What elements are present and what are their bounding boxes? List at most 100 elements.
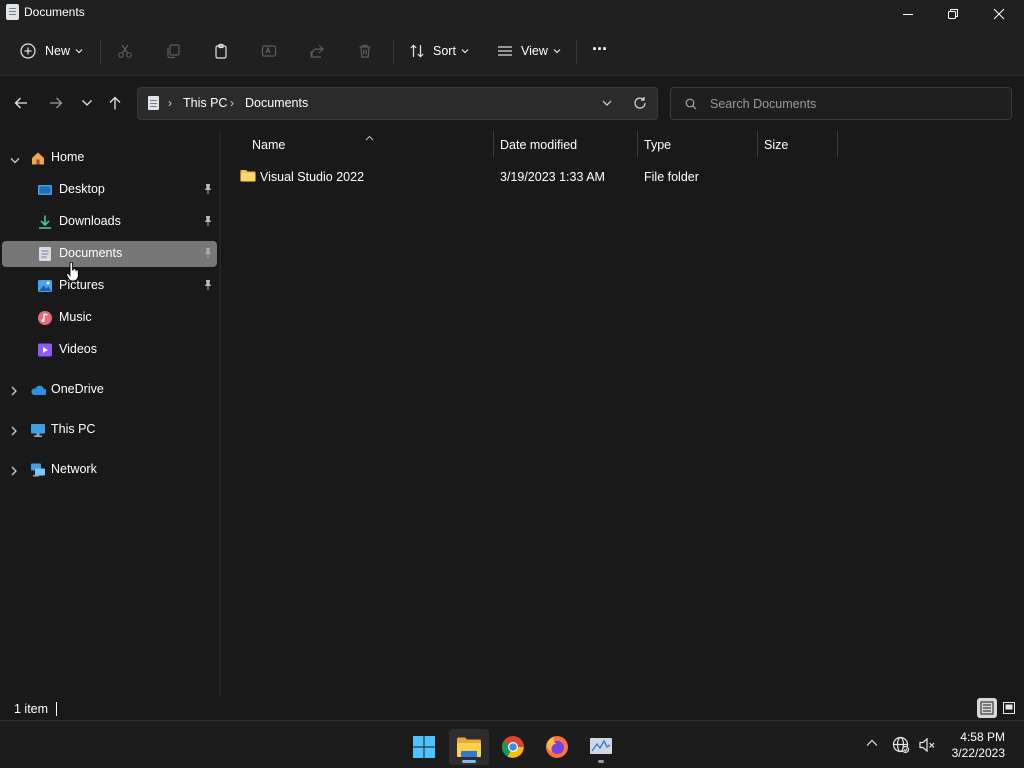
- back-button[interactable]: [10, 92, 32, 114]
- copy-button[interactable]: [165, 38, 181, 64]
- onedrive-icon: [31, 385, 46, 395]
- sidebar-item-label: This PC: [51, 422, 96, 436]
- breadcrumb-this-pc[interactable]: This PC: [183, 96, 227, 110]
- taskbar-firefox[interactable]: [537, 729, 577, 765]
- folder-icon: [240, 170, 256, 182]
- clock-time[interactable]: 4:58 PM: [957, 730, 1005, 744]
- column-header-name[interactable]: Name: [252, 138, 285, 152]
- up-button[interactable]: [104, 92, 126, 114]
- sidebar-item-videos[interactable]: Videos: [2, 337, 217, 363]
- large-icons-view-button[interactable]: [999, 698, 1019, 718]
- details-view-button[interactable]: [977, 698, 997, 718]
- details-view-icon: [980, 701, 994, 715]
- hand-cursor-icon: [66, 262, 79, 282]
- chevron-down-icon: [75, 49, 83, 54]
- breadcrumb-documents[interactable]: Documents: [245, 96, 308, 110]
- rename-button[interactable]: [261, 38, 277, 64]
- copy-icon: [167, 44, 180, 59]
- column-divider[interactable]: [837, 131, 838, 157]
- search-icon: [685, 98, 697, 110]
- column-divider[interactable]: [493, 131, 494, 157]
- paste-icon: [215, 43, 227, 59]
- sidebar-item-documents[interactable]: Documents: [2, 241, 217, 267]
- search-input[interactable]: [710, 95, 1000, 113]
- breadcrumb-separator: ›: [168, 96, 172, 110]
- chevron-right-icon[interactable]: [10, 385, 18, 399]
- forward-button[interactable]: [45, 92, 67, 114]
- cut-button[interactable]: [117, 38, 133, 64]
- pc-icon: [31, 424, 45, 437]
- sidebar-item-home[interactable]: Home: [2, 145, 217, 171]
- sidebar-item-desktop[interactable]: Desktop: [2, 177, 217, 203]
- music-icon: [38, 311, 52, 325]
- chevron-down-icon: [553, 49, 561, 54]
- network-status-button[interactable]: [892, 736, 910, 757]
- delete-button[interactable]: [357, 38, 373, 64]
- chevron-down-icon[interactable]: [10, 154, 20, 168]
- file-row[interactable]: Visual Studio 2022 3/19/2023 1:33 AM Fil…: [232, 165, 842, 189]
- volume-muted-icon: [919, 737, 935, 753]
- clock-date[interactable]: 3/22/2023: [945, 746, 1005, 760]
- close-button[interactable]: [976, 0, 1022, 28]
- sort-label: Sort: [433, 44, 456, 58]
- pin-icon[interactable]: [203, 215, 213, 230]
- new-label: New: [45, 44, 71, 58]
- home-icon: [32, 152, 44, 165]
- taskbar-file-explorer[interactable]: [449, 729, 489, 765]
- sidebar-item-network[interactable]: Network: [2, 457, 217, 483]
- pin-icon[interactable]: [203, 247, 213, 262]
- pane-splitter[interactable]: [219, 130, 221, 695]
- pin-icon[interactable]: [203, 279, 213, 294]
- new-button[interactable]: New: [20, 38, 83, 64]
- pin-icon[interactable]: [203, 183, 213, 198]
- file-type: File folder: [644, 170, 699, 184]
- sidebar-item-this-pc[interactable]: This PC: [2, 417, 217, 443]
- column-divider[interactable]: [637, 131, 638, 157]
- view-label: View: [521, 44, 548, 58]
- recent-locations-button[interactable]: [76, 92, 98, 114]
- column-divider[interactable]: [757, 131, 758, 157]
- start-button[interactable]: [404, 729, 444, 765]
- sidebar-item-label: Home: [51, 150, 85, 164]
- arrow-right-icon: [50, 97, 63, 109]
- minimize-button[interactable]: [885, 0, 931, 28]
- restore-icon: [948, 9, 958, 19]
- file-date-modified: 3/19/2023 1:33 AM: [500, 170, 605, 184]
- share-button[interactable]: [309, 38, 325, 64]
- restore-button[interactable]: [930, 0, 976, 28]
- window-title: Documents: [24, 5, 85, 19]
- address-bar[interactable]: › This PC › Documents: [137, 87, 658, 120]
- refresh-icon[interactable]: [633, 96, 647, 110]
- arrow-left-icon: [14, 97, 27, 109]
- column-header-type[interactable]: Type: [644, 138, 671, 152]
- running-indicator: [598, 760, 604, 763]
- chevron-right-icon[interactable]: [10, 465, 18, 479]
- taskbar-task-manager[interactable]: [581, 729, 621, 765]
- sort-button[interactable]: Sort: [409, 38, 469, 64]
- taskbar-chrome[interactable]: [493, 729, 533, 765]
- chevron-down-icon[interactable]: [601, 97, 613, 109]
- chevron-up-icon: [866, 739, 878, 746]
- volume-button[interactable]: [918, 736, 936, 757]
- show-hidden-icons-button[interactable]: [866, 737, 878, 751]
- scissors-icon: [118, 44, 132, 58]
- more-options-button[interactable]: ···: [592, 36, 608, 62]
- search-box[interactable]: [670, 87, 1012, 120]
- desktop-icon: [38, 185, 52, 195]
- taskbar: [0, 720, 1024, 768]
- tiles-view-icon: [1003, 702, 1015, 714]
- sidebar-item-onedrive[interactable]: OneDrive: [2, 377, 217, 403]
- column-header-date-modified[interactable]: Date modified: [500, 138, 577, 152]
- chevron-right-icon[interactable]: [10, 425, 18, 439]
- document-icon: [39, 247, 51, 261]
- chevron-down-icon: [461, 49, 469, 54]
- paste-button[interactable]: [213, 38, 229, 64]
- command-bar: New Sort View ···: [0, 28, 1024, 76]
- view-button[interactable]: View: [497, 38, 561, 64]
- sidebar-item-music[interactable]: Music: [2, 305, 217, 331]
- column-header-size[interactable]: Size: [764, 138, 788, 152]
- status-separator: [56, 702, 57, 716]
- sidebar-item-pictures[interactable]: Pictures: [2, 273, 217, 299]
- pictures-icon: [38, 280, 52, 292]
- sidebar-item-downloads[interactable]: Downloads: [2, 209, 217, 235]
